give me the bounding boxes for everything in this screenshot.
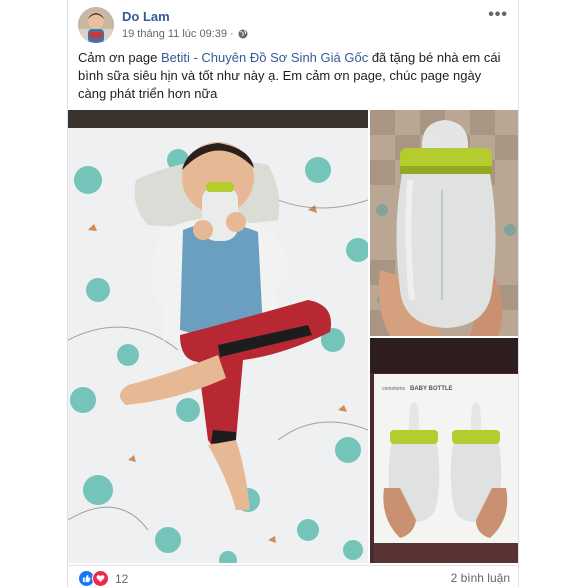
- post-timestamp[interactable]: 19 tháng 11 lúc 09:39 ·: [122, 28, 234, 40]
- reactions-summary[interactable]: 12: [78, 570, 128, 587]
- post-text: Cảm ơn page Betiti - Chuyên Đồ Sơ Sinh G…: [78, 49, 508, 103]
- box-brand-text: comotomo: [382, 386, 406, 392]
- author-name[interactable]: Do Lam: [122, 9, 170, 24]
- avatar-image: [78, 7, 114, 43]
- photo-bottle[interactable]: [370, 110, 518, 336]
- page-link[interactable]: Betiti - Chuyên Đồ Sơ Sinh Giá Gốc: [161, 50, 368, 65]
- baby-photo-image: [68, 110, 368, 563]
- comment-count-link[interactable]: 2 bình luận: [451, 571, 510, 585]
- more-options-button[interactable]: •••: [488, 6, 508, 24]
- photo-baby[interactable]: [68, 110, 368, 563]
- post-meta: 19 tháng 11 lúc 09:39 ·: [122, 28, 248, 40]
- box-title-text: BABY BOTTLE: [410, 386, 453, 392]
- reaction-count: 12: [115, 571, 129, 586]
- love-icon: [92, 570, 109, 587]
- post-footer: 12 2 bình luận: [68, 565, 518, 587]
- bottle-photo-image: [370, 110, 518, 336]
- globe-icon: [238, 29, 248, 39]
- facebook-post: Do Lam 19 tháng 11 lúc 09:39 · ••• Cảm ơ…: [67, 0, 519, 587]
- box-photo-image: comotomo BABY BOTTLE: [370, 338, 518, 563]
- post-text-start: Cảm ơn page: [78, 50, 161, 65]
- photo-bottle-box[interactable]: comotomo BABY BOTTLE: [370, 338, 518, 563]
- avatar[interactable]: [78, 7, 114, 43]
